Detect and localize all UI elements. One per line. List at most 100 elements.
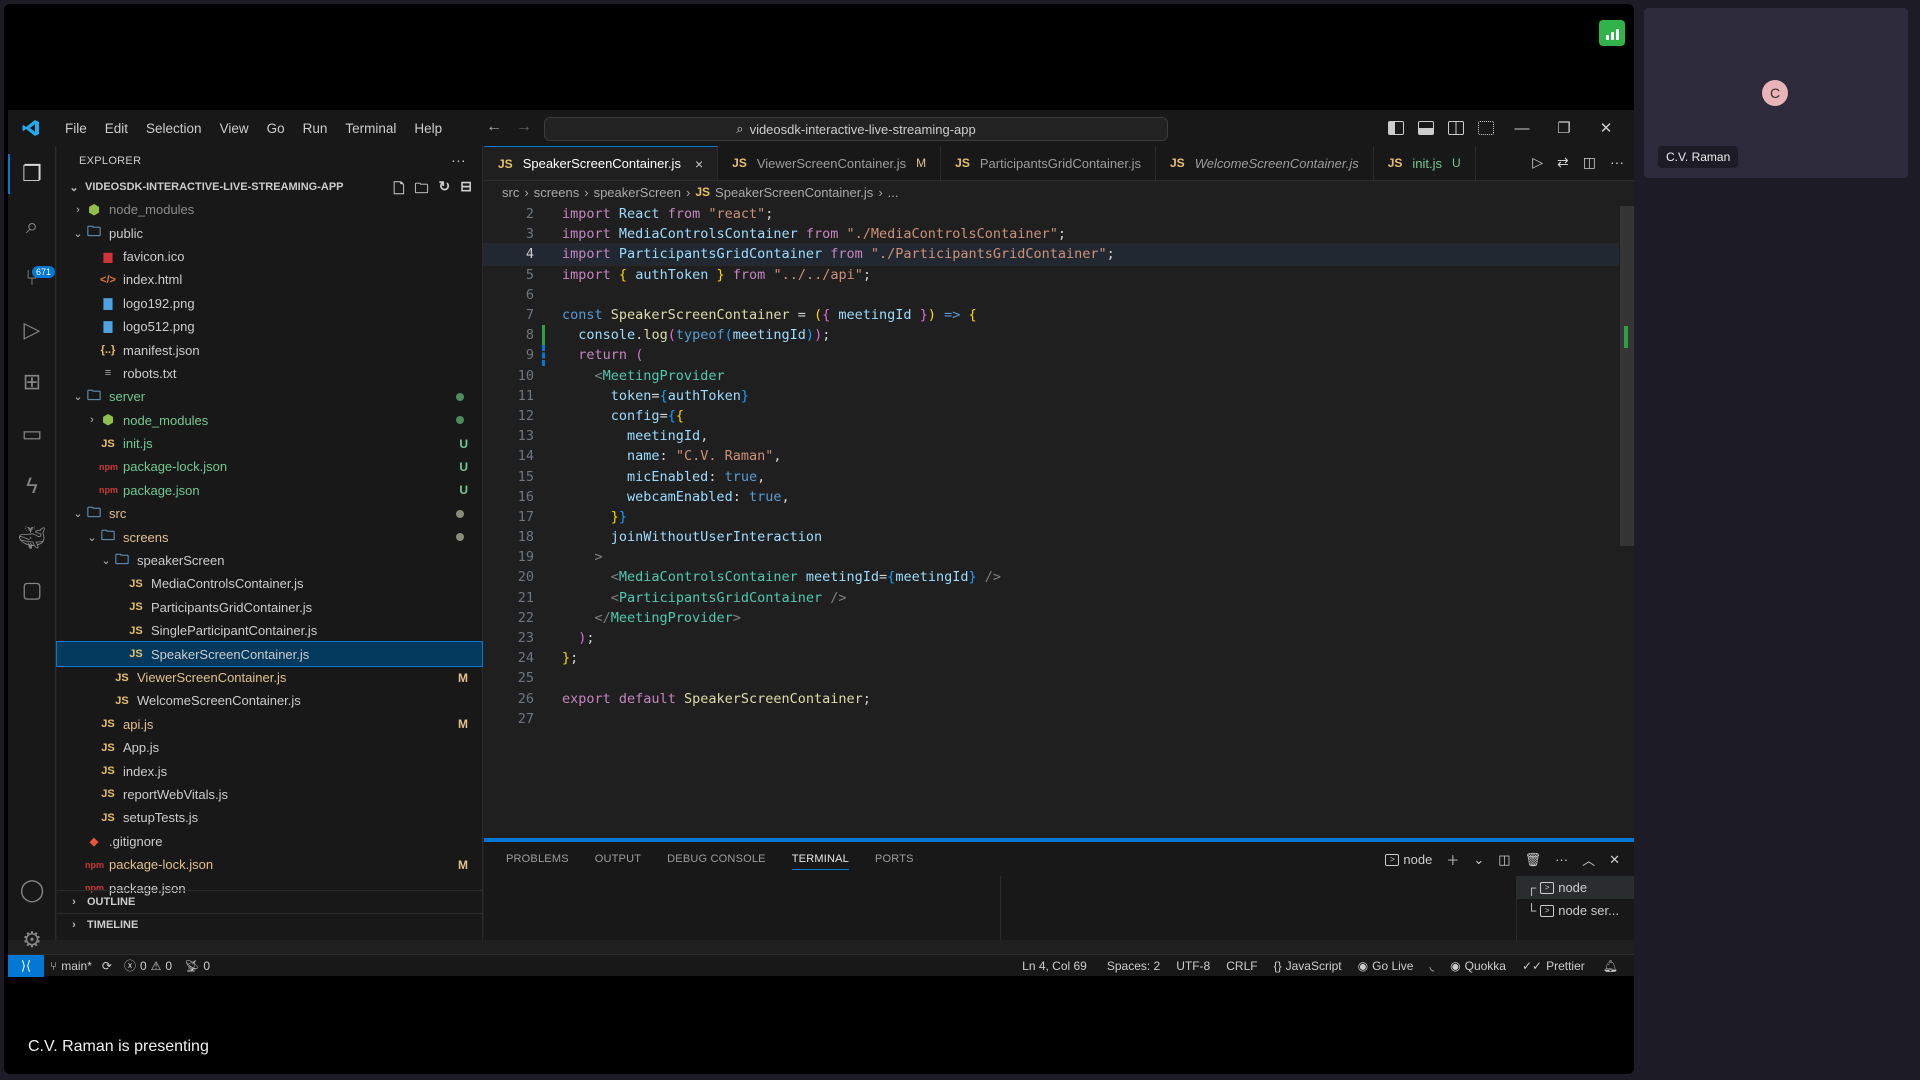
run-debug-icon[interactable]: ▷ [18,316,46,344]
panel-tab-debug-console[interactable]: DEBUG CONSOLE [667,853,766,865]
command-center-search[interactable]: ⌕ videosdk-interactive-live-streaming-ap… [544,117,1168,141]
tree-file[interactable]: </> index.html [57,268,482,291]
tree-folder[interactable]: ⌄ 🗀︎ server [57,385,482,408]
terminal-instance[interactable]: ┌ > node [1517,876,1634,899]
editor-tab[interactable]: JS WelcomeScreenContainer.js [1156,146,1374,180]
tree-folder[interactable]: › ⬢ node_modules [57,409,482,432]
maximize-panel-icon[interactable]: ︿ [1582,850,1595,869]
kill-terminal-icon[interactable]: 🗑︎ [1525,852,1542,868]
menu-view[interactable]: View [211,121,258,136]
go-live-button[interactable]: ◉ Go Live [1352,959,1420,973]
tree-file[interactable]: ◆ .gitignore [57,830,482,853]
tree-folder[interactable]: › ⬢ node_modules [57,198,482,221]
menu-help[interactable]: Help [405,121,451,136]
more-actions-icon[interactable]: ··· [1555,852,1568,867]
thunder-client-icon[interactable]: ϟ [18,472,46,500]
live-share-chat-icon[interactable]: ▢ [18,576,46,604]
terminal-instance[interactable]: └ > node ser... [1517,899,1634,922]
editor-scrollbar[interactable] [1620,206,1634,546]
tree-file[interactable]: JS ViewerScreenContainer.js M [57,666,482,689]
ports-indicator[interactable]: 📡︎ 0 [178,959,216,973]
tree-file[interactable]: JS App.js [57,736,482,759]
language-mode[interactable]: {} JavaScript [1268,959,1348,973]
problems-indicator[interactable]: ⓧ 0 ⚠ 0 [118,957,178,974]
breadcrumb-item[interactable]: screens [534,185,580,200]
menu-terminal[interactable]: Terminal [336,121,405,136]
explorer-icon[interactable]: ❐ [18,160,46,188]
toggle-panel-icon[interactable] [1418,121,1434,135]
split-terminal-icon[interactable]: ◫ [1498,852,1510,868]
extensions-icon[interactable]: ⊞ [18,368,46,396]
menu-run[interactable]: Run [294,121,337,136]
panel-tab-ports[interactable]: PORTS [875,853,914,865]
close-window-button[interactable]: ✕ [1592,119,1620,137]
more-actions-icon[interactable]: ··· [451,152,466,168]
tree-file[interactable]: JS WelcomeScreenContainer.js [57,689,482,712]
split-editor-icon[interactable]: ◫ [1583,154,1596,171]
editor-tab[interactable]: JS SpeakerScreenContainer.js × [484,146,719,180]
forward-arrow-icon[interactable]: → [516,118,532,136]
end-of-line[interactable]: CRLF [1220,959,1263,973]
tree-file[interactable]: ▆ favicon.ico [57,245,482,268]
menu-selection[interactable]: Selection [137,121,211,136]
search-icon[interactable]: ⌕ [18,212,46,240]
tree-file[interactable]: {..} manifest.json [57,338,482,361]
breadcrumb-item[interactable]: src [502,185,519,200]
quokka-button[interactable]: ◉ Quokka [1444,959,1512,973]
compare-changes-icon[interactable]: ⇄ [1557,154,1569,171]
breadcrumb-item[interactable]: speakerScreen [594,185,681,200]
tree-folder[interactable]: ⌄ 🗀︎ public [57,221,482,244]
tree-file[interactable]: ▇ logo512.png [57,315,482,338]
sync-icon[interactable]: ⟳ [102,959,112,973]
tree-folder[interactable]: ⌄ 🗀︎ src [57,502,482,525]
panel-tab-output[interactable]: OUTPUT [595,853,641,865]
remote-indicator-icon[interactable]: ⟩⟨ [8,954,44,977]
tree-file[interactable]: JS ParticipantsGridContainer.js [57,596,482,619]
terminal-dropdown-icon[interactable]: ⌄ [1473,852,1484,868]
indentation[interactable]: Spaces: 2 [1101,959,1166,973]
code-editor[interactable]: 2 import React from "react"; 3 import Media… [483,204,1619,729]
tree-file[interactable]: JS SingleParticipantContainer.js [57,619,482,642]
tree-file[interactable]: JS init.js U [57,432,482,455]
participant-tile[interactable]: C C.V. Raman [1644,8,1908,178]
tree-file[interactable]: JS setupTests.js [57,806,482,829]
terminal-profile[interactable]: > node [1385,852,1432,867]
cursor-position[interactable]: Ln 4, Col 69 [1016,959,1093,973]
panel-tab-problems[interactable]: PROBLEMS [506,853,569,865]
tree-folder[interactable]: ⌄ 🗀︎ speakerScreen [57,549,482,572]
remote-explorer-icon[interactable]: ▭ [18,420,46,448]
close-tab-icon[interactable]: × [695,156,703,172]
tree-file[interactable]: npm package-lock.json M [57,853,482,876]
customize-layout-icon[interactable] [1478,121,1494,135]
menu-file[interactable]: File [56,121,96,136]
back-arrow-icon[interactable]: ← [486,118,502,136]
prettier-button[interactable]: ✓✓ Prettier [1516,959,1591,973]
breadcrumb-item[interactable]: ... [888,185,899,200]
tree-file[interactable]: ≡ robots.txt [57,362,482,385]
new-terminal-icon[interactable]: ＋ [1446,850,1459,869]
docker-icon[interactable]: 🐳︎ [18,524,46,552]
editor-tab[interactable]: JS ViewerScreenContainer.js M [718,146,942,180]
restore-button[interactable]: ❐ [1550,119,1578,137]
menu-go[interactable]: Go [258,121,294,136]
editor-tab[interactable]: JS ParticipantsGridContainer.js [941,146,1156,180]
tree-file[interactable]: npm package-lock.json U [57,455,482,478]
terminal-split-divider[interactable] [1000,876,1001,940]
minimize-button[interactable]: — [1508,120,1536,137]
toggle-primary-sidebar-icon[interactable] [1388,121,1404,135]
accounts-icon[interactable]: ◯ [18,876,46,904]
toggle-secondary-sidebar-icon[interactable] [1448,121,1464,135]
tree-file[interactable]: npm package.json U [57,479,482,502]
manage-gear-icon[interactable]: ⚙ [18,926,46,954]
tree-file[interactable]: JS api.js M [57,713,482,736]
tree-file[interactable]: JS index.js [57,759,482,782]
panel-tab-terminal[interactable]: TERMINAL [791,848,849,870]
notifications-bell-icon[interactable]: 🔔︎ [1597,959,1624,973]
more-actions-icon[interactable]: ··· [1610,154,1624,171]
git-branch[interactable]: ⑂ main* ⟳ [44,959,118,973]
menu-edit[interactable]: Edit [96,121,137,136]
breadcrumb-item[interactable]: SpeakerScreenContainer.js [715,185,873,200]
tree-file[interactable]: JS MediaControlsContainer.js [57,572,482,595]
tree-file[interactable]: JS SpeakerScreenContainer.js [56,641,483,667]
outline-section[interactable]: › OUTLINE [57,890,482,913]
